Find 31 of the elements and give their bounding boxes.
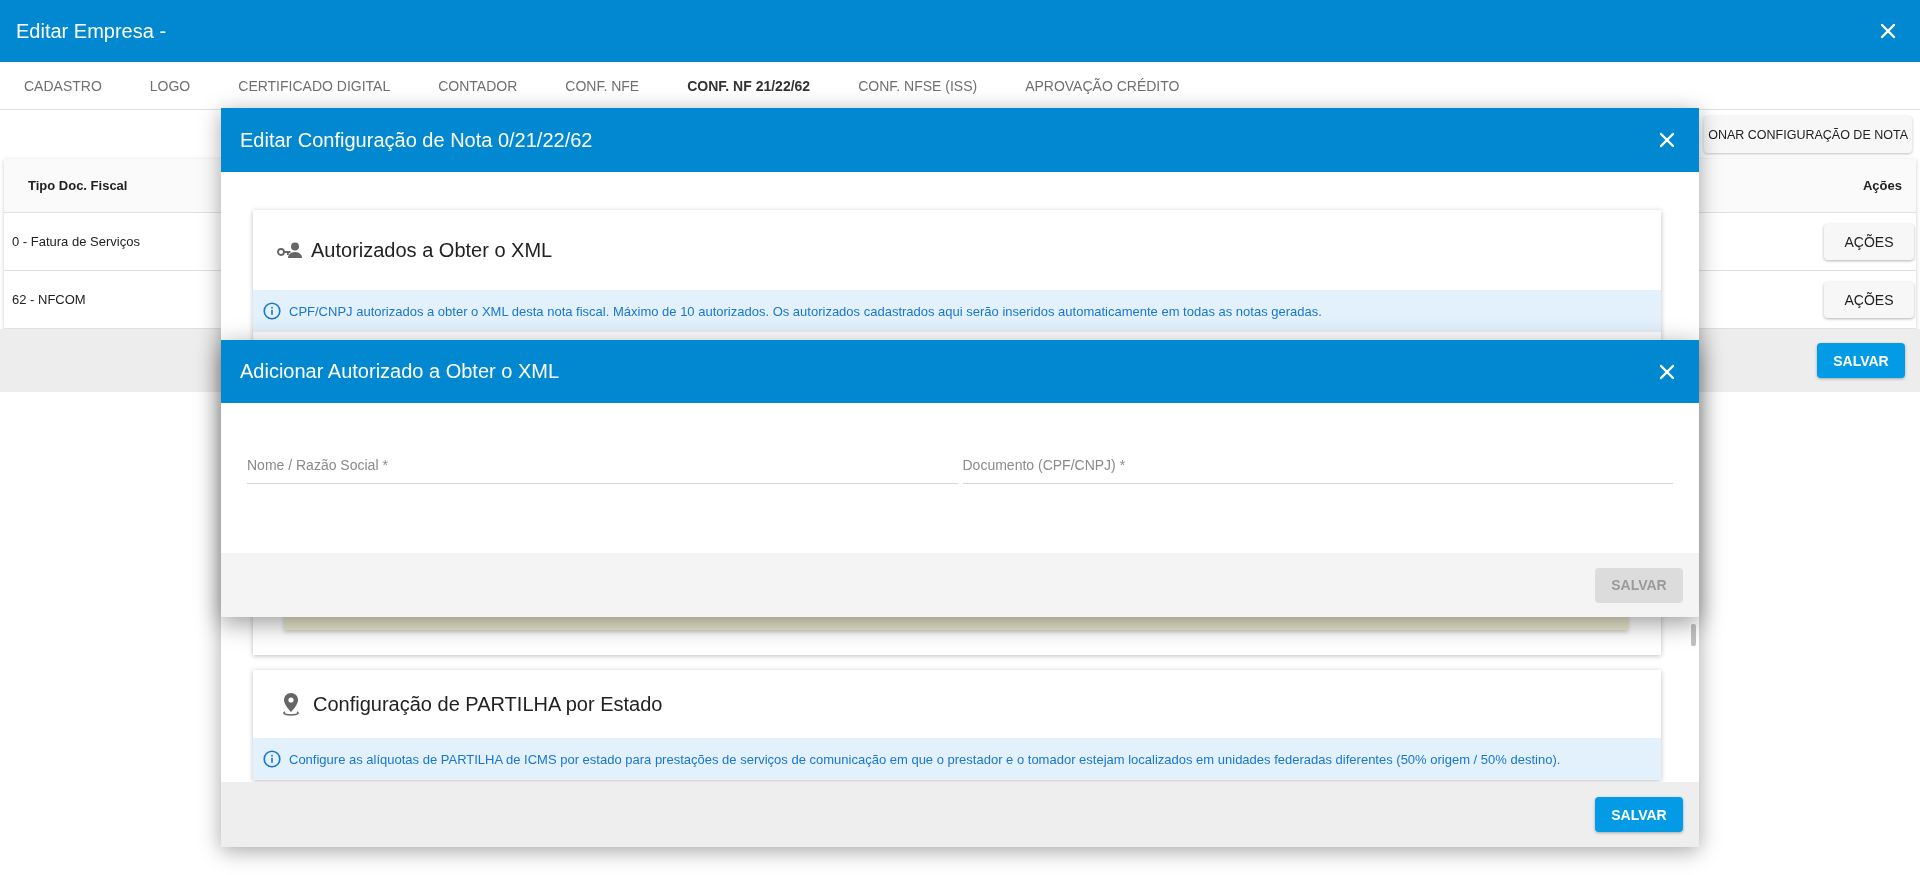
input-field[interactable]: Documento (CPF/CNPJ) * [962, 447, 1673, 484]
tab[interactable]: APROVAÇÃO CRÉDITO [1001, 62, 1204, 109]
info-text: Configure as alíquotas de PARTILHA de ICMS por estado para prestações de serviços de comunicação em que o prestador e o tomador estejam localizados em unidades federadas diferentes (50% origem / 50% destino). [289, 751, 1561, 767]
dialog-title: Editar Configuração de Nota 0/21/22/62 [240, 128, 593, 152]
tab[interactable]: CONF. NF 21/22/62 [663, 62, 835, 109]
save-button[interactable]: SALVAR [1817, 343, 1905, 378]
actions-button[interactable]: AÇÕES [1824, 223, 1914, 260]
table-cell-text: 0 - Fatura de Serviços [11, 234, 140, 249]
section-title: Autorizados a Obter o XML [311, 238, 553, 262]
column-header: Tipo Doc. Fiscal [27, 178, 128, 193]
table-cell-text: 62 - NFCOM [11, 292, 86, 307]
tab[interactable]: CONTADOR [414, 62, 542, 109]
location-pin-icon [281, 692, 301, 716]
info-text: CPF/CNPJ autorizados a obter o XML desta nota fiscal. Máximo de 10 autorizados. Os autorizados cadastrados aqui serão inseridos automaticamente em todas as notas geradas. [289, 303, 1322, 319]
save-button[interactable]: SALVAR [1595, 797, 1683, 832]
window-title: Editar Empresa - [16, 19, 167, 43]
section-title: Configuração de PARTILHA por Estado [313, 692, 663, 716]
tab[interactable]: CONF. NFE [541, 62, 664, 109]
tab[interactable]: CONF. NFSE (ISS) [834, 62, 1002, 109]
tab[interactable]: LOGO [125, 62, 215, 109]
tab[interactable]: CADASTRO [0, 62, 126, 109]
add-configuration-button[interactable]: ONAR CONFIGURAÇÃO DE NOTA [1704, 116, 1912, 153]
info-icon [263, 750, 281, 768]
tab[interactable]: CERTIFICADO DIGITAL [214, 62, 415, 109]
input-field[interactable]: Nome / Razão Social * [247, 447, 958, 484]
actions-button[interactable]: AÇÕES [1824, 281, 1914, 318]
dialog-title: Adicionar Autorizado a Obter o XML [240, 360, 560, 383]
column-header: Ações [1862, 178, 1902, 193]
info-icon [263, 302, 281, 320]
key-user-icon [277, 242, 303, 258]
scrollbar-thumb[interactable] [1691, 624, 1696, 646]
